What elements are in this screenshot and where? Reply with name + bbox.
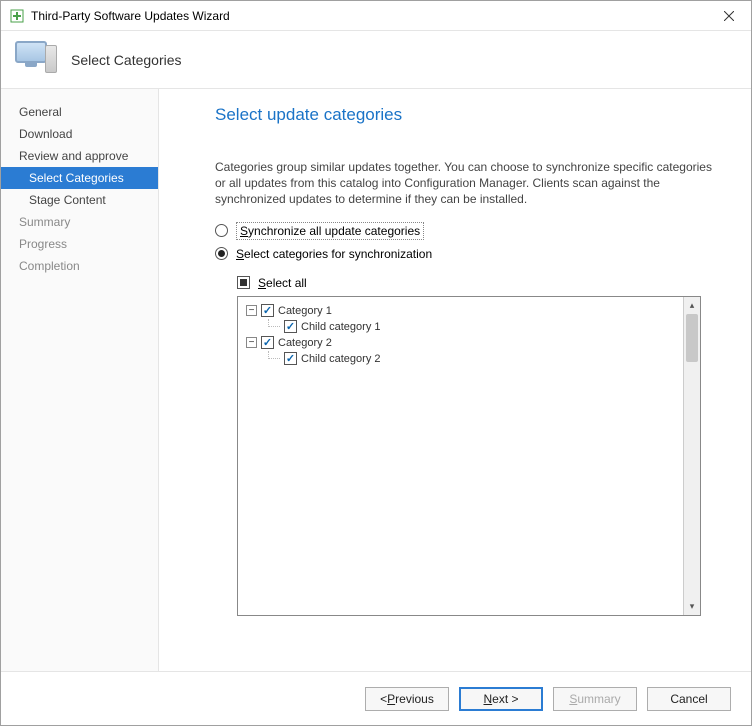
collapse-icon[interactable]: − xyxy=(246,337,257,348)
select-all-checkbox[interactable]: Select all xyxy=(237,276,723,290)
close-button[interactable] xyxy=(706,1,751,31)
sidebar-item-stage-content[interactable]: Stage Content xyxy=(1,189,158,211)
checkbox-icon[interactable] xyxy=(284,352,297,365)
tree-item-child-2[interactable]: Child category 2 xyxy=(242,351,679,367)
header-title: Select Categories xyxy=(71,52,182,68)
sidebar-item-general[interactable]: General xyxy=(1,101,158,123)
sidebar-item-progress[interactable]: Progress xyxy=(1,233,158,255)
radio-icon xyxy=(215,247,228,260)
wizard-header: Select Categories xyxy=(1,31,751,89)
app-icon xyxy=(9,8,25,24)
checkbox-icon[interactable] xyxy=(261,336,274,349)
wizard-content: Select update categories Categories grou… xyxy=(159,89,751,671)
page-title: Select update categories xyxy=(215,105,723,125)
sidebar-item-completion[interactable]: Completion xyxy=(1,255,158,277)
tree-scrollbar[interactable]: ▴ ▾ xyxy=(683,297,700,615)
next-button[interactable]: Next > xyxy=(459,687,543,711)
window-title: Third-Party Software Updates Wizard xyxy=(31,9,706,23)
previous-button[interactable]: < Previous xyxy=(365,687,449,711)
computer-icon xyxy=(15,39,57,81)
wizard-sidebar: General Download Review and approve Sele… xyxy=(1,89,159,671)
scroll-down-icon[interactable]: ▾ xyxy=(684,598,700,615)
collapse-icon[interactable]: − xyxy=(246,305,257,316)
category-tree-container: − Category 1 Child category 1 − xyxy=(237,296,723,616)
tree-item-child-1[interactable]: Child category 1 xyxy=(242,319,679,335)
tree-item-label: Child category 1 xyxy=(301,321,381,333)
select-all-label: Select all xyxy=(258,276,307,290)
tree-item-label: Category 2 xyxy=(278,337,332,349)
tree-item-category-1[interactable]: − Category 1 xyxy=(242,303,679,319)
tree-items: − Category 1 Child category 1 − xyxy=(238,297,683,615)
titlebar: Third-Party Software Updates Wizard xyxy=(1,1,751,31)
wizard-window: Third-Party Software Updates Wizard Sele… xyxy=(0,0,752,726)
page-description: Categories group similar updates togethe… xyxy=(215,159,723,208)
wizard-footer: < Previous Next > Summary Cancel xyxy=(1,671,751,725)
radio-sync-all-label: Synchronize all update categories xyxy=(236,222,424,240)
radio-select-label: Select categories for synchronization xyxy=(236,246,432,262)
category-tree: − Category 1 Child category 1 − xyxy=(237,296,701,616)
sidebar-item-summary[interactable]: Summary xyxy=(1,211,158,233)
radio-select-categories[interactable]: Select categories for synchronization xyxy=(215,246,723,262)
sidebar-item-review[interactable]: Review and approve xyxy=(1,145,158,167)
close-icon xyxy=(724,11,734,21)
scroll-up-icon[interactable]: ▴ xyxy=(684,297,700,314)
cancel-button[interactable]: Cancel xyxy=(647,687,731,711)
tree-item-label: Category 1 xyxy=(278,305,332,317)
sidebar-item-download[interactable]: Download xyxy=(1,123,158,145)
checkbox-indeterminate-icon xyxy=(237,276,250,289)
checkbox-icon[interactable] xyxy=(261,304,274,317)
tree-item-category-2[interactable]: − Category 2 xyxy=(242,335,679,351)
scroll-thumb[interactable] xyxy=(686,314,698,362)
radio-icon xyxy=(215,224,228,237)
tree-item-label: Child category 2 xyxy=(301,353,381,365)
sidebar-item-select-categories[interactable]: Select Categories xyxy=(1,167,158,189)
summary-button: Summary xyxy=(553,687,637,711)
checkbox-icon[interactable] xyxy=(284,320,297,333)
wizard-body: General Download Review and approve Sele… xyxy=(1,89,751,671)
scroll-track[interactable] xyxy=(684,314,700,598)
radio-sync-all[interactable]: Synchronize all update categories xyxy=(215,222,723,240)
